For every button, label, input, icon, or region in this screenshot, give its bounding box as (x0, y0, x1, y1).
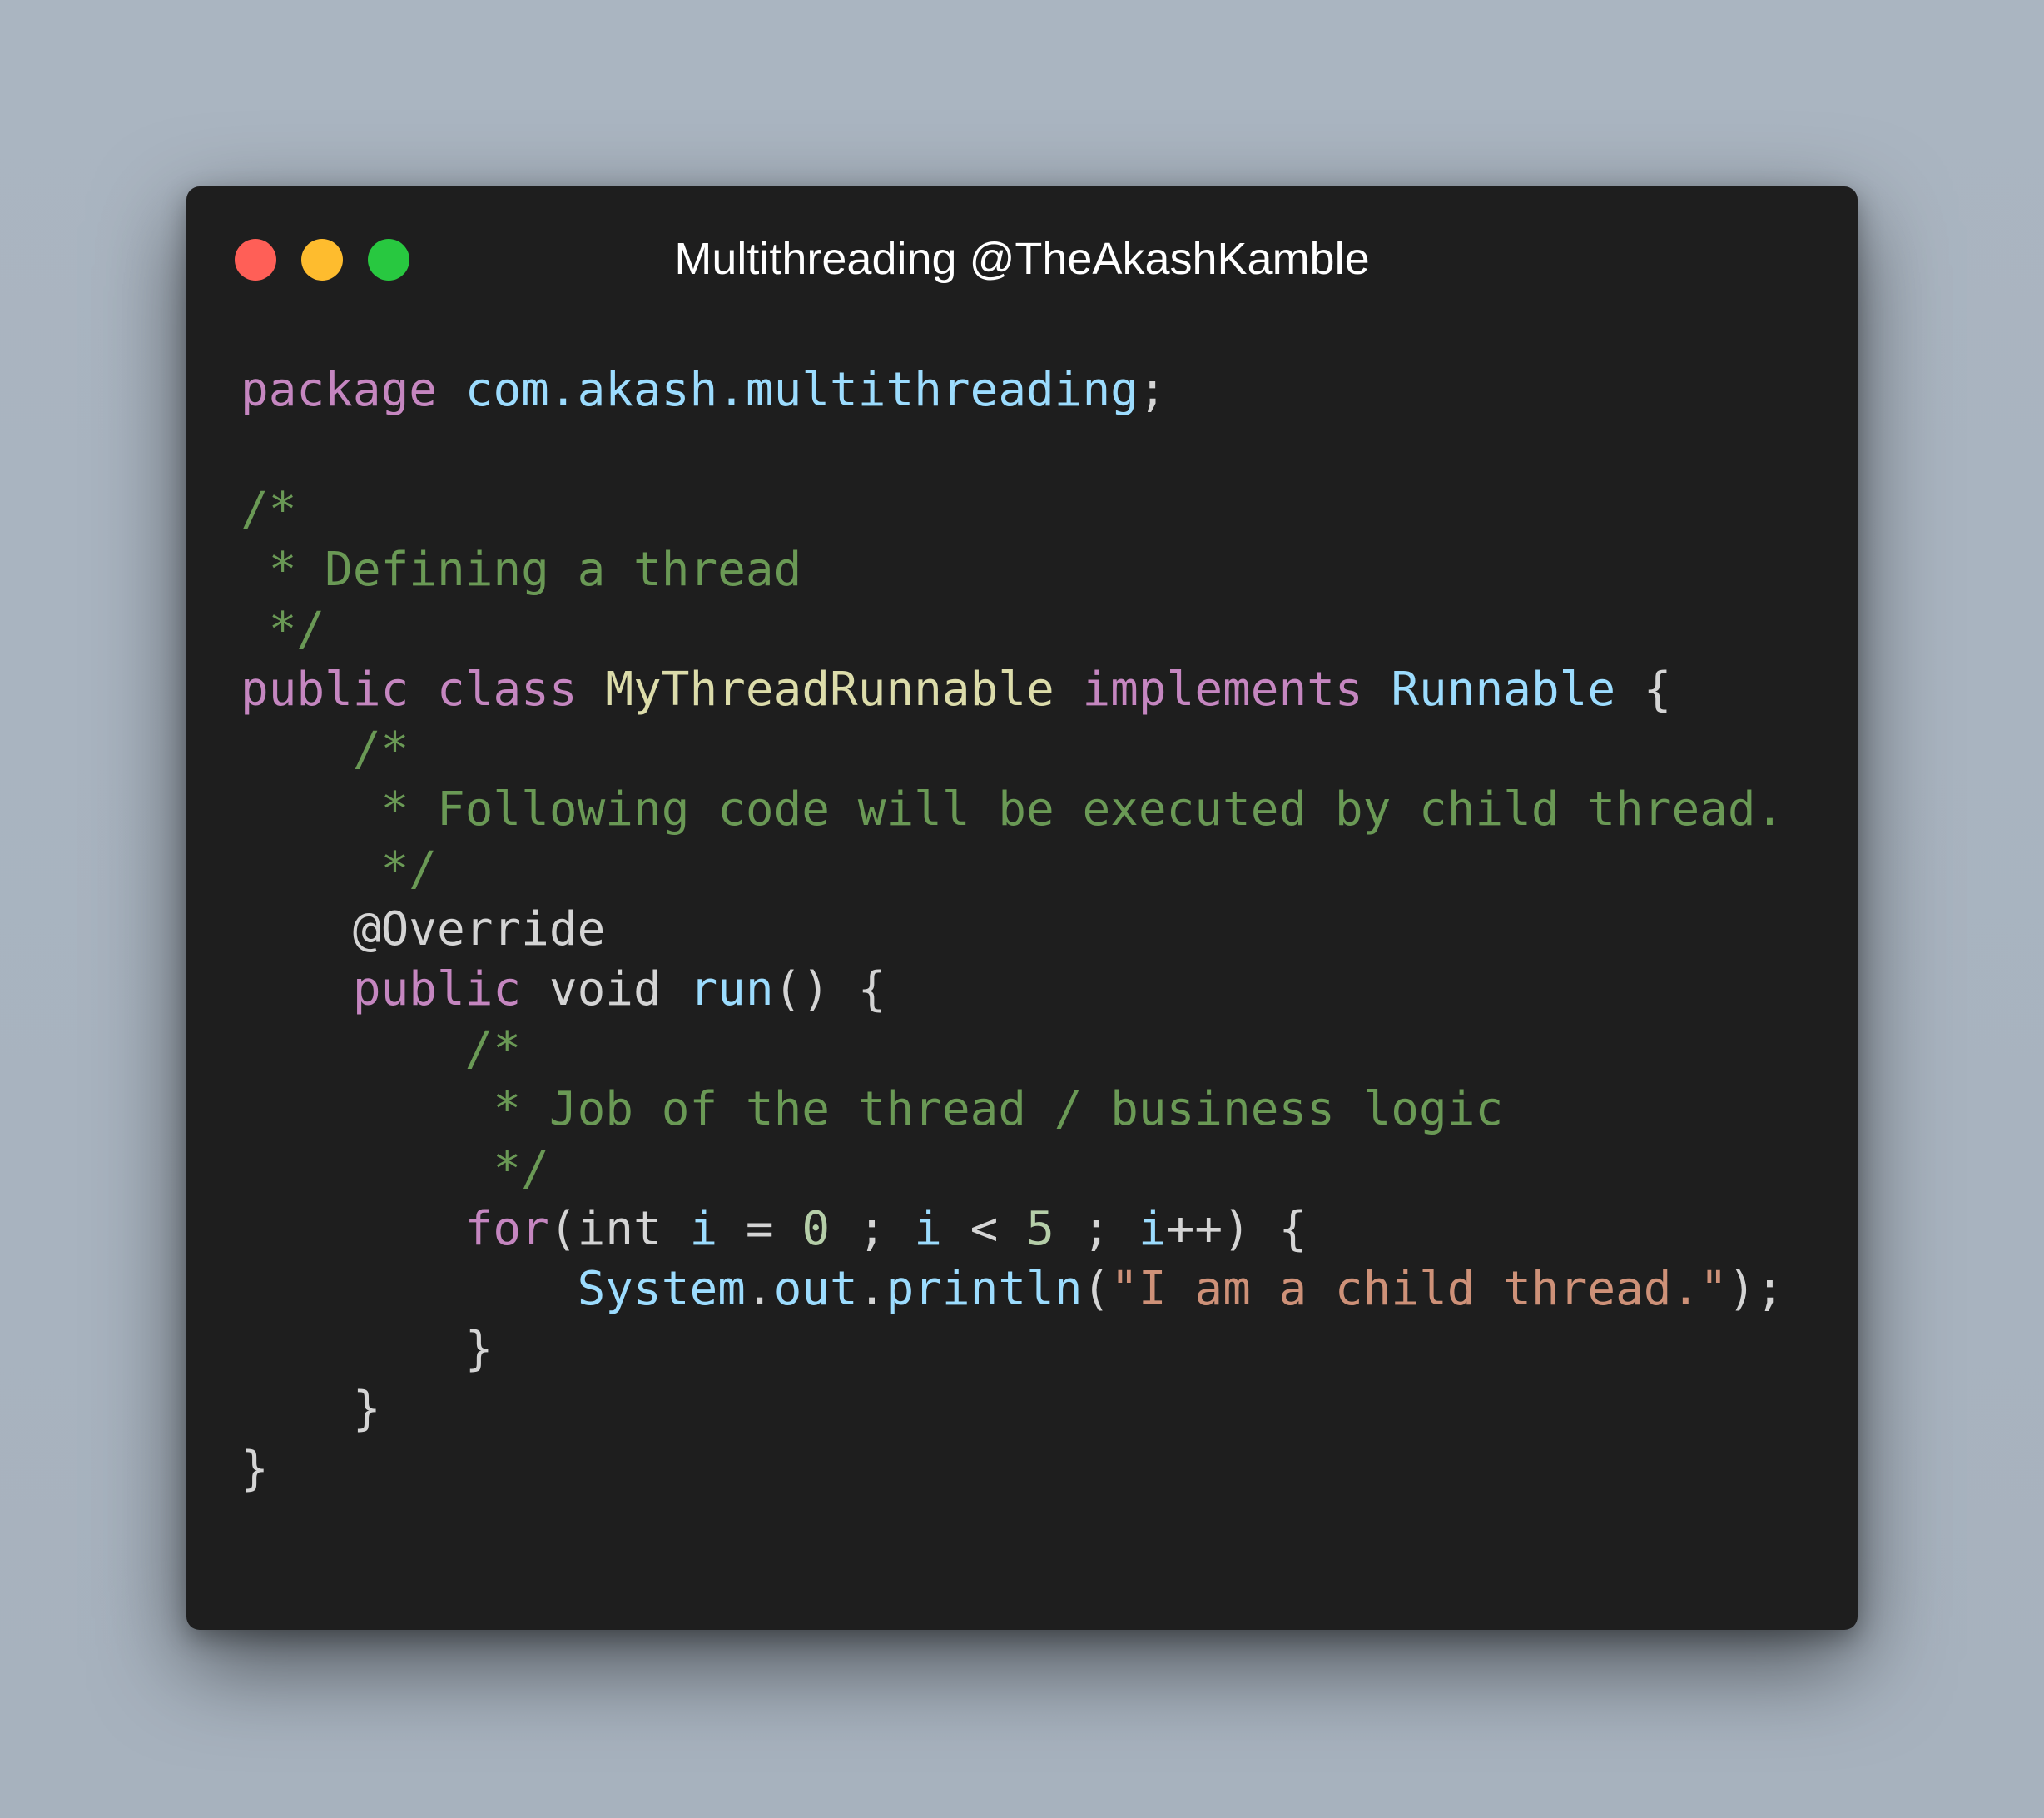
code-token: ++) { (1166, 1202, 1307, 1256)
code-line: } (241, 1319, 1784, 1379)
code-token: * Job of the thread / business logic (464, 1082, 1504, 1136)
code-token: } (241, 1382, 381, 1436)
code-line: /* (241, 720, 1784, 780)
code-token: = (717, 1202, 802, 1256)
code-token: */ (352, 842, 438, 897)
code-token: out (773, 1262, 858, 1316)
code-token: < (941, 1202, 1027, 1256)
code-token: */ (464, 1142, 549, 1196)
code-line: * Defining a thread (241, 540, 1784, 600)
code-token: () { (773, 962, 886, 1016)
code-token: i (1138, 1202, 1167, 1256)
code-token: class (437, 663, 578, 717)
code-token: Runnable (1391, 663, 1616, 717)
code-token: package (241, 363, 438, 417)
code-token: public (352, 962, 522, 1016)
code-token: for (464, 1202, 549, 1256)
code-token: 0 (801, 1202, 831, 1256)
code-token: */ (241, 603, 325, 657)
code-token: } (241, 1322, 494, 1376)
code-token: ; (1054, 1202, 1139, 1256)
code-line: @Override (241, 900, 1784, 960)
code-line: */ (241, 1140, 1784, 1200)
code-token: . (745, 1262, 774, 1316)
code-line: public class MyThreadRunnable implements… (241, 660, 1784, 720)
code-token: void (521, 962, 690, 1016)
code-token: MyThreadRunnable (605, 663, 1054, 717)
code-token: implements (1082, 663, 1363, 717)
code-line: package com.akash.multithreading; (241, 360, 1784, 420)
window-titlebar: Multithreading @TheAkashKamble (186, 186, 1858, 328)
code-line: */ (241, 840, 1784, 900)
code-token: i (914, 1202, 942, 1256)
code-token: { (1615, 663, 1672, 717)
code-token: /* (241, 483, 297, 537)
code-token: ); (1727, 1262, 1784, 1316)
code-line: /* (241, 1020, 1784, 1080)
code-token: @Override (352, 902, 606, 956)
code-token: . (857, 1262, 886, 1316)
code-token: * Defining a thread (241, 543, 802, 597)
code-token: /* (352, 723, 409, 777)
code-token: System (577, 1262, 746, 1316)
code-line: } (241, 1379, 1784, 1439)
code-token: ; (1138, 363, 1167, 417)
code-line: /* (241, 480, 1784, 540)
code-line: public void run() { (241, 960, 1784, 1020)
code-line: } (241, 1439, 1784, 1499)
code-token: ( (1082, 1262, 1111, 1316)
code-block: package com.akash.multithreading; /* * De… (241, 360, 1784, 1499)
code-token: ; (830, 1202, 915, 1256)
code-window: Multithreading @TheAkashKamble package c… (186, 186, 1858, 1630)
code-token: /* (464, 1022, 522, 1076)
code-token: * Following code will be executed by chi… (352, 782, 1784, 837)
window-title: Multithreading @TheAkashKamble (674, 234, 1370, 284)
code-token: com.akash.multithreading (464, 363, 1139, 417)
code-token: } (241, 1442, 269, 1496)
code-token: 5 (1026, 1202, 1054, 1256)
code-token: public (241, 663, 409, 717)
code-token: run (689, 962, 774, 1016)
code-token: println (886, 1262, 1083, 1316)
code-token: (int (548, 1202, 690, 1256)
code-line: * Job of the thread / business logic (241, 1080, 1784, 1140)
code-token: i (689, 1202, 718, 1256)
code-line: System.out.println("I am a child thread.… (241, 1259, 1784, 1319)
code-line: * Following code will be executed by chi… (241, 780, 1784, 840)
code-token: "I am a child thread." (1110, 1262, 1728, 1316)
code-line: */ (241, 600, 1784, 660)
code-line: for(int i = 0 ; i < 5 ; i++) { (241, 1200, 1784, 1259)
